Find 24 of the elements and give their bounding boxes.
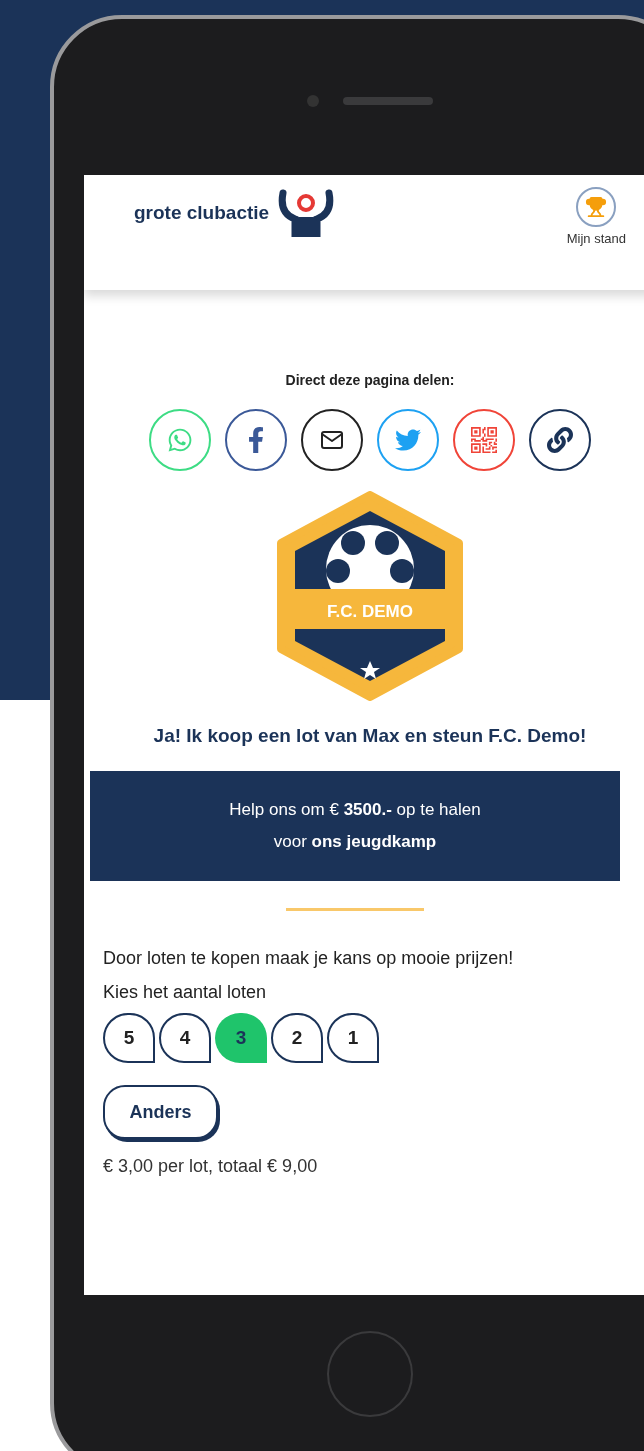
speaker-icon [343,97,433,105]
bird-icon [395,427,421,453]
club-name: F.C. DEMO [327,602,413,621]
quantity-option[interactable]: 1 [327,1013,379,1063]
mail-icon [320,428,344,452]
quantity-label: Kies het aantal loten [103,981,267,1004]
quantity-option[interactable]: 3 [215,1013,267,1063]
trophy-icon [576,187,617,227]
logo-figure-icon [277,189,336,237]
goal-text: Help ons om € 3500.- op te halen [229,799,481,821]
goal-text: voor ons jeugdkamp [273,831,437,853]
link-icon [547,427,573,453]
other-amount-button[interactable]: Anders [103,1085,218,1139]
intro-text: Door loten te kopen maak je kans op mooie prijzen! [103,947,515,970]
quantity-option[interactable]: 2 [271,1013,323,1063]
quantity-option[interactable]: 5 [103,1013,155,1063]
chat-bubble-icon [167,427,193,453]
qr-code-icon [471,427,497,453]
logo-text: grote clubactie [134,200,270,225]
quantity-option[interactable]: 4 [159,1013,211,1063]
page-title: Ja! Ik koop een lot van Max en steun F.C. Demo! [152,724,588,748]
my-standing-link[interactable]: Mijn stand [566,187,626,249]
share-label: Direct deze pagina delen: [285,371,455,390]
price-text: € 3,00 per lot, totaal € 9,00 [103,1155,318,1178]
